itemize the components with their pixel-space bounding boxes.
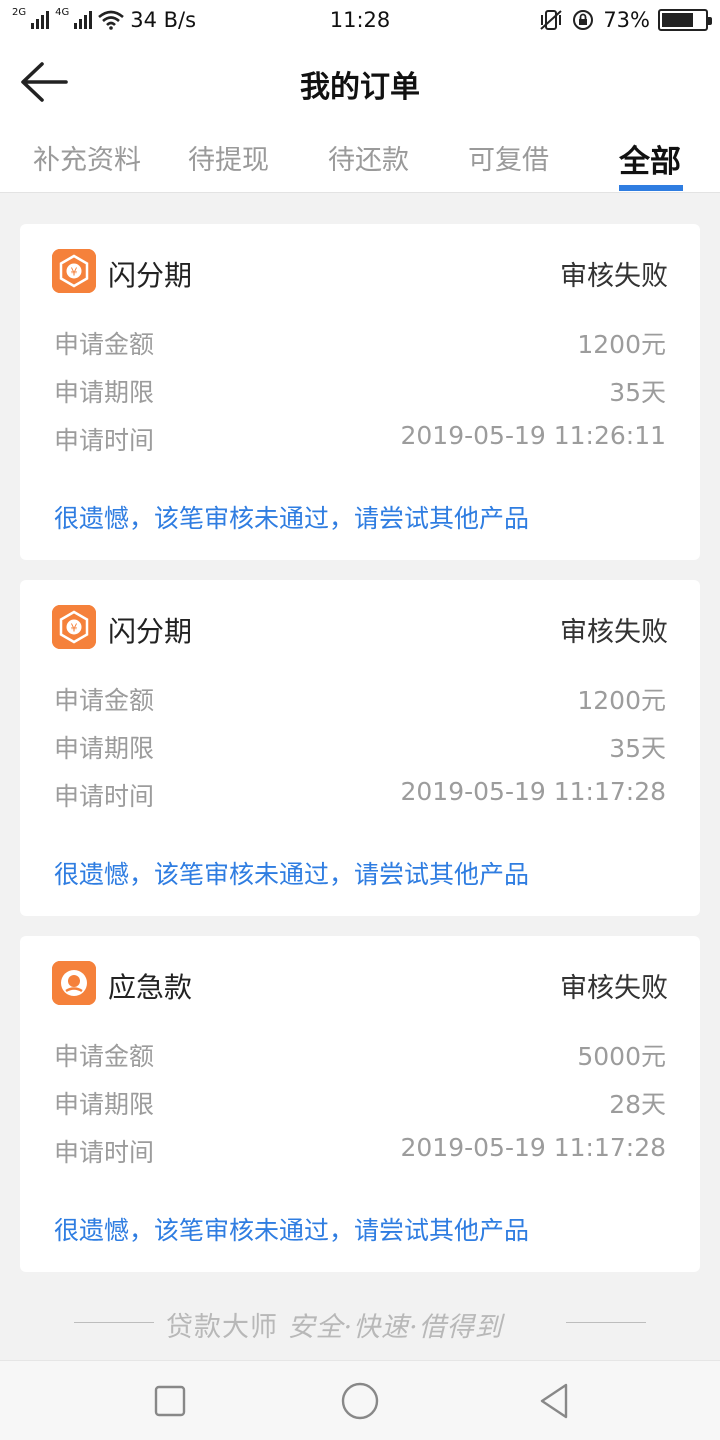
battery-level — [662, 13, 693, 27]
battery-percent: 73% — [603, 8, 650, 32]
order-card-header: ¥ 闪分期 审核失败 — [52, 605, 668, 651]
tab-pending-withdrawal[interactable]: 待提现 — [188, 138, 269, 177]
order-status: 审核失败 — [560, 617, 668, 648]
apply-term-value: 35天 — [609, 734, 666, 763]
back-nav-button[interactable] — [534, 1381, 574, 1421]
status-bar: 2G 4G 34 B/s 11:28 73% — [0, 0, 720, 40]
footer-divider-left — [74, 1322, 154, 1323]
footer-tagline: 安全·快速·借得到 — [287, 1312, 503, 1343]
rotation-lock-icon — [573, 10, 594, 30]
apply-time-value: 2019-05-19 11:17:28 — [400, 777, 666, 806]
clock: 11:28 — [329, 8, 391, 32]
home-button[interactable] — [340, 1381, 380, 1421]
apply-time-row: 申请时间 2019-05-19 11:17:28 — [54, 1133, 666, 1169]
apply-term-row: 申请期限 28天 — [54, 1085, 666, 1121]
network-type-4g: 4G — [55, 7, 70, 18]
apply-time-label: 申请时间 — [54, 782, 155, 811]
product-name: 闪分期 — [108, 615, 193, 648]
apply-time-row: 申请时间 2019-05-19 11:26:11 — [54, 421, 666, 457]
svg-text:¥: ¥ — [71, 622, 78, 635]
apply-term-value: 35天 — [609, 378, 666, 407]
order-status: 审核失败 — [560, 973, 668, 1004]
apply-term-row: 申请期限 35天 — [54, 729, 666, 765]
order-card-header: ¥ 闪分期 审核失败 — [52, 249, 668, 295]
apply-term-label: 申请期限 — [54, 378, 155, 407]
vibrate-icon — [540, 10, 562, 30]
apply-amount-label: 申请金额 — [54, 1042, 155, 1071]
apply-time-value: 2019-05-19 11:17:28 — [400, 1133, 666, 1162]
page-title: 我的订单 — [300, 70, 420, 105]
apply-term-value: 28天 — [609, 1090, 666, 1119]
footer-slogan: 贷款大师 安全·快速·借得到 — [0, 1303, 720, 1343]
recent-apps-button[interactable] — [150, 1381, 190, 1421]
apply-time-label: 申请时间 — [54, 426, 155, 455]
footer-divider-right — [566, 1322, 646, 1323]
order-card-header: 应急款 审核失败 — [52, 961, 668, 1007]
signal-icon — [31, 11, 50, 29]
tab-reborrow[interactable]: 可复借 — [468, 138, 549, 177]
signal-icon-2 — [74, 11, 93, 29]
footer-brand: 贷款大师 — [166, 1312, 278, 1343]
apply-time-label: 申请时间 — [54, 1138, 155, 1167]
apply-amount-label: 申请金额 — [54, 330, 155, 359]
tab-pending-repayment[interactable]: 待还款 — [328, 138, 409, 177]
apply-amount-value: 5000元 — [577, 1042, 666, 1071]
app-header: 我的订单 — [0, 40, 720, 126]
order-card[interactable]: ¥ 闪分期 审核失败 申请金额 1200元 申请期限 35天 申请时间 2019… — [20, 580, 700, 916]
svg-text:¥: ¥ — [71, 266, 78, 279]
apply-term-row: 申请期限 35天 — [54, 373, 666, 409]
triangle-back-icon — [540, 1383, 568, 1419]
wifi-icon — [98, 10, 125, 30]
square-icon — [154, 1385, 186, 1417]
network-type-2g: 2G — [12, 7, 27, 18]
product-name: 闪分期 — [108, 259, 193, 292]
apply-amount-row: 申请金额 1200元 — [54, 681, 666, 717]
network-speed: 34 B/s — [130, 8, 197, 32]
apply-amount-value: 1200元 — [577, 686, 666, 715]
footer-text: 贷款大师 安全·快速·借得到 — [166, 1305, 503, 1344]
battery-icon — [658, 9, 712, 31]
circle-icon — [341, 1382, 379, 1420]
order-status: 审核失败 — [560, 261, 668, 292]
apply-time-value: 2019-05-19 11:26:11 — [400, 421, 666, 450]
rejection-note[interactable]: 很遗憾，该笔审核未通过，请尝试其他产品 — [54, 855, 529, 891]
tab-all[interactable]: 全部 — [619, 136, 681, 181]
rejection-note[interactable]: 很遗憾，该笔审核未通过，请尝试其他产品 — [54, 1211, 529, 1247]
apply-amount-row: 申请金额 1200元 — [54, 325, 666, 361]
active-tab-indicator — [619, 185, 683, 191]
yingjikuan-logo-icon — [52, 961, 96, 1005]
apply-amount-label: 申请金额 — [54, 686, 155, 715]
apply-term-label: 申请期限 — [54, 1090, 155, 1119]
shanfenqi-logo-icon: ¥ — [52, 249, 96, 293]
order-card[interactable]: ¥ 闪分期 审核失败 申请金额 1200元 申请期限 35天 申请时间 2019… — [20, 224, 700, 560]
order-card[interactable]: 应急款 审核失败 申请金额 5000元 申请期限 28天 申请时间 2019-0… — [20, 936, 700, 1272]
status-left: 2G 4G 34 B/s — [12, 7, 272, 33]
apply-term-label: 申请期限 — [54, 734, 155, 763]
status-right: 73% — [448, 8, 712, 32]
apply-amount-value: 1200元 — [577, 330, 666, 359]
tab-supplement-info[interactable]: 补充资料 — [33, 138, 141, 177]
apply-time-row: 申请时间 2019-05-19 11:17:28 — [54, 777, 666, 813]
shanfenqi-logo-icon: ¥ — [52, 605, 96, 649]
rejection-note[interactable]: 很遗憾，该笔审核未通过，请尝试其他产品 — [54, 499, 529, 535]
system-nav-bar — [0, 1360, 720, 1440]
apply-amount-row: 申请金额 5000元 — [54, 1037, 666, 1073]
product-name: 应急款 — [108, 971, 193, 1004]
order-tabs: 补充资料 待提现 待还款 可复借 全部 — [0, 126, 720, 193]
